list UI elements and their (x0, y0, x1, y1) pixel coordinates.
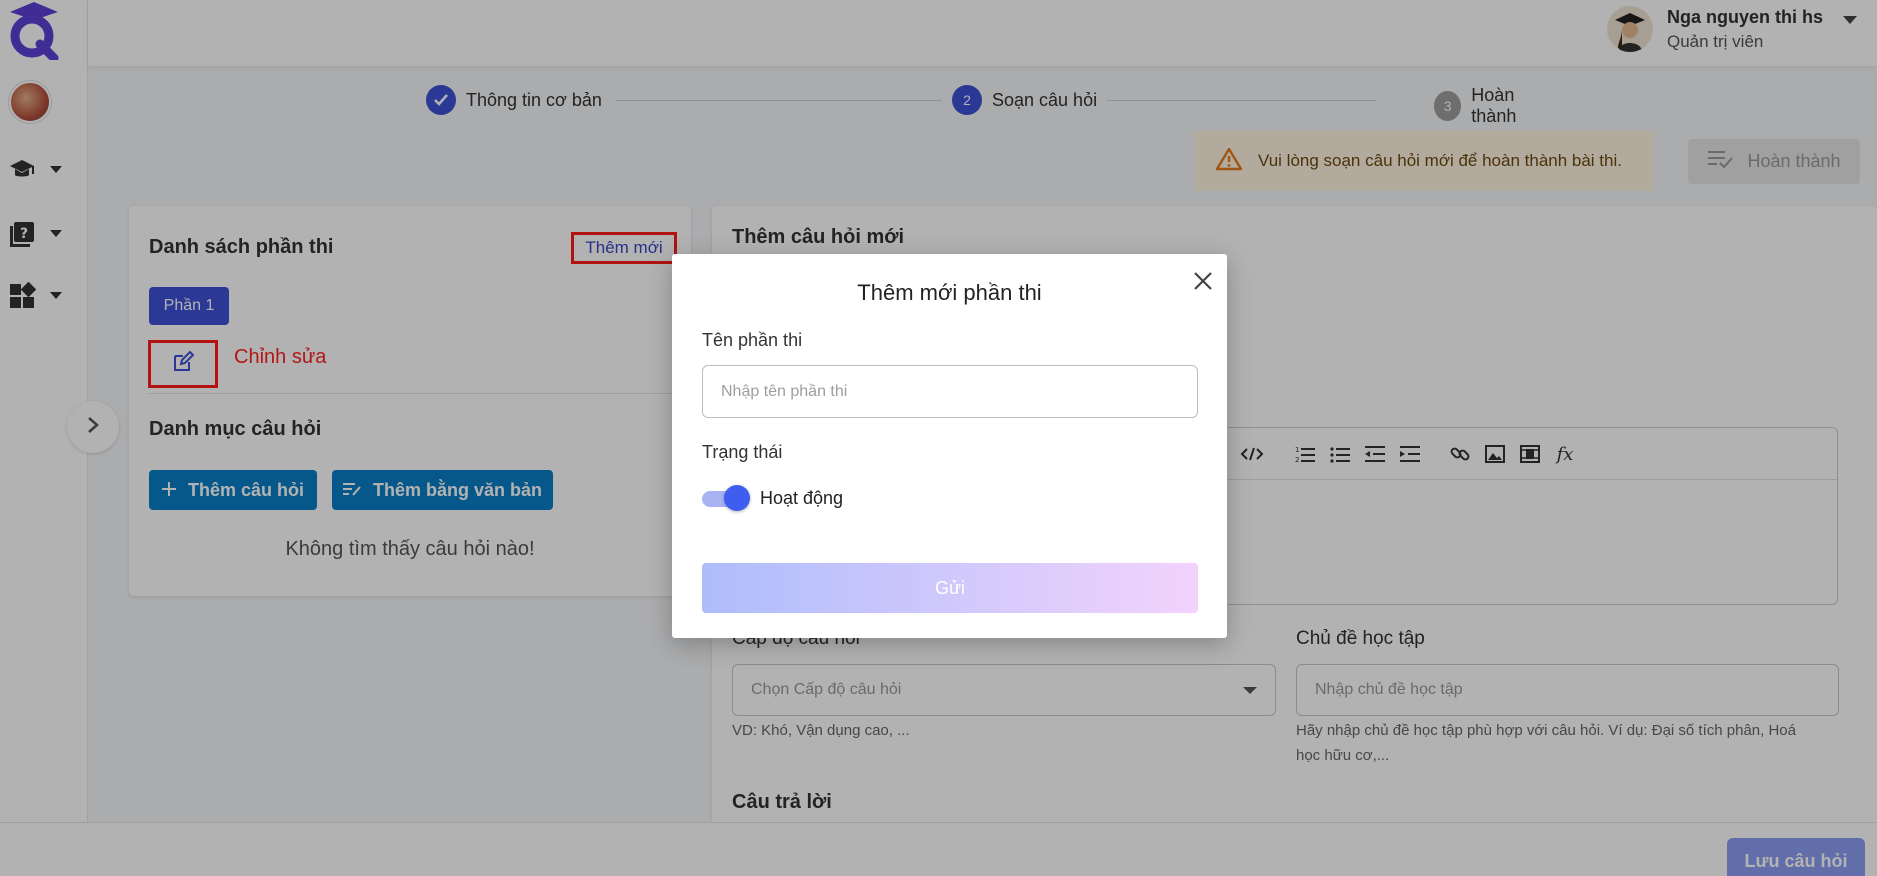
toggle-knob (724, 485, 750, 511)
close-icon[interactable] (1190, 268, 1216, 294)
submit-button[interactable]: Gửi (702, 563, 1198, 613)
status-value: Hoạt động (760, 488, 844, 508)
section-name-input[interactable]: Nhập tên phần thi (702, 365, 1198, 418)
modal-title: Thêm mới phần thi (857, 280, 1042, 305)
status-label: Trạng thái (702, 442, 783, 462)
status-toggle[interactable] (702, 485, 750, 511)
section-name-label: Tên phần thi (702, 330, 803, 350)
section-name-placeholder: Nhập tên phần thi (721, 382, 848, 400)
add-section-modal: Thêm mới phần thi Tên phần thi Nhập tên … (672, 254, 1227, 638)
